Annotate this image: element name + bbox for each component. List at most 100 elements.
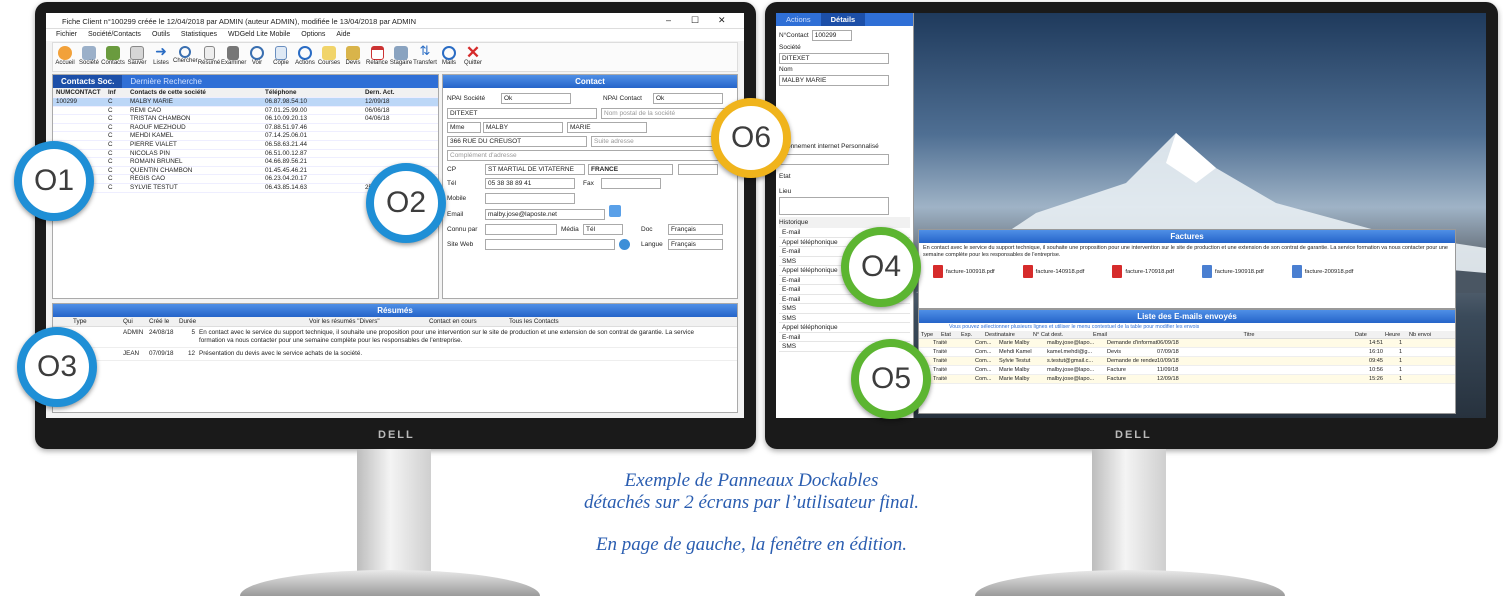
tab-contacts-soc[interactable]: Contacts Soc. bbox=[53, 75, 123, 88]
known-by-select[interactable] bbox=[485, 224, 557, 235]
email-row[interactable]: Traité Com... Marie Malby malby.jose@lapo..… bbox=[919, 339, 1455, 348]
toolbar-sauver-button[interactable]: Sauver bbox=[125, 43, 149, 71]
history-item[interactable]: SMS bbox=[779, 314, 910, 323]
option-divers-checkbox[interactable]: Voir les résumés "Divers" bbox=[309, 317, 429, 326]
menu-aide[interactable]: Aide bbox=[336, 29, 350, 41]
menu-statistiques[interactable]: Statistiques bbox=[181, 29, 217, 41]
societe-field[interactable]: DITEXET bbox=[779, 53, 889, 64]
table-row[interactable]: C RAOUF MEZHOUD 07.88.51.97.46 bbox=[53, 124, 438, 133]
menu-options[interactable]: Options bbox=[301, 29, 325, 41]
lastname-field[interactable]: MALBY bbox=[483, 122, 563, 133]
globe-icon[interactable] bbox=[619, 239, 630, 250]
menu-mobile[interactable]: WDGeld Lite Mobile bbox=[228, 29, 290, 41]
toolbar-accueil-button[interactable]: Accueil bbox=[53, 43, 77, 71]
option-contact-radio[interactable]: Contact en cours bbox=[429, 317, 509, 326]
email-field[interactable]: malby.jose@laposte.net bbox=[485, 209, 605, 220]
toolbar-copie-button[interactable]: Copie bbox=[269, 43, 293, 71]
col-type[interactable]: Type bbox=[53, 317, 123, 326]
col-inf[interactable]: Inf bbox=[108, 88, 130, 97]
col-email[interactable]: Email bbox=[1093, 331, 1143, 338]
lieu-field[interactable] bbox=[779, 197, 889, 215]
country-select[interactable]: FRANCE bbox=[588, 164, 673, 175]
tel-field[interactable]: 05 38 38 89 41 bbox=[485, 178, 575, 189]
col-titre[interactable]: Titre bbox=[1143, 331, 1355, 338]
toolbar-stagaire-button[interactable]: Stagaire bbox=[389, 43, 413, 71]
abonnement-field[interactable] bbox=[779, 154, 889, 165]
npai-societe-select[interactable]: Ok bbox=[501, 93, 571, 104]
toolbar-contacts-button[interactable]: Contacts bbox=[101, 43, 125, 71]
invoice-file[interactable]: facture-170918.pdf bbox=[1112, 265, 1174, 278]
table-row[interactable]: C MEHDI KAMEL 07.14.25.06.01 bbox=[53, 132, 438, 141]
table-row[interactable]: C RÉMI CAO 07.01.25.99.00 06/06/18 bbox=[53, 107, 438, 116]
tab-actions[interactable]: Actions bbox=[776, 13, 821, 26]
tab-details[interactable]: Détails bbox=[820, 13, 866, 26]
toolbar-relance-button[interactable]: Relance bbox=[365, 43, 389, 71]
address-complement-field[interactable]: Complément d'adresse bbox=[447, 150, 733, 161]
table-row[interactable]: C NICOLAS PIN 06.51.00.12.87 bbox=[53, 150, 438, 159]
table-row[interactable]: 100299 C MALBY MARIE 06.87.98.54.10 12/09/18 bbox=[53, 98, 438, 107]
ncontact-field[interactable]: 100299 bbox=[811, 30, 852, 41]
company-postal-field[interactable]: Nom postal de la société bbox=[601, 108, 733, 119]
city-field[interactable]: ST MARTIAL DE VITATERNE bbox=[485, 164, 585, 175]
invoice-file[interactable]: facture-190918.pdf bbox=[1202, 265, 1264, 278]
toolbar-voir-button[interactable]: Voir bbox=[245, 43, 269, 71]
company-field[interactable]: DITEXET bbox=[447, 108, 597, 119]
col-date[interactable]: Date bbox=[1355, 331, 1385, 338]
toolbar-societe-button[interactable]: Société bbox=[77, 43, 101, 71]
street-field[interactable]: 366 RUE DU CREUSOT bbox=[447, 136, 587, 147]
toolbar-quitter-button[interactable]: ✕ Quitter bbox=[461, 43, 485, 71]
toolbar-resume-button[interactable]: Résumé bbox=[197, 43, 221, 71]
fax-field[interactable] bbox=[601, 178, 661, 189]
table-row[interactable]: C PIERRE VIALET 06.58.63.21.44 bbox=[53, 141, 438, 150]
col-duree[interactable]: Durée bbox=[179, 317, 309, 326]
country-extra-field[interactable] bbox=[678, 164, 718, 175]
col-numcontact[interactable]: NUMCONTACT bbox=[53, 88, 108, 97]
npai-contact-select[interactable]: Ok bbox=[653, 93, 723, 104]
col-destinataire[interactable]: Destinataire bbox=[985, 331, 1033, 338]
col-type[interactable]: Type bbox=[919, 331, 933, 338]
email-row[interactable]: Traité Com... Sylvie Testut s.testut@gmail.… bbox=[919, 357, 1455, 366]
tab-derniere-recherche[interactable]: Dernière Recherche bbox=[122, 75, 210, 88]
toolbar-listes-button[interactable]: ➜ Listes bbox=[149, 43, 173, 71]
summary-row[interactable]: JEAN 07/09/18 12 Présentation du devis a… bbox=[53, 348, 737, 361]
civility-select[interactable]: Mme bbox=[447, 122, 481, 133]
menu-outils[interactable]: Outils bbox=[152, 29, 170, 41]
firstname-field[interactable]: MARIE bbox=[567, 122, 647, 133]
toolbar-chercher-button[interactable]: Chercher bbox=[173, 43, 198, 71]
history-item[interactable]: Appel téléphonique bbox=[779, 323, 910, 333]
menu-societe[interactable]: Société/Contacts bbox=[88, 29, 141, 41]
col-telephone[interactable]: Téléphone bbox=[265, 88, 365, 97]
toolbar-examiner-button[interactable]: Examiner bbox=[221, 43, 246, 71]
col-qui[interactable]: Qui bbox=[123, 317, 149, 326]
language-select[interactable]: Français bbox=[668, 239, 723, 250]
toolbar-transfert-button[interactable]: ⇅ Transfert bbox=[413, 43, 437, 71]
col-contacts[interactable]: Contacts de cette société bbox=[130, 88, 265, 97]
col-nb-envoi[interactable]: Nb envoi bbox=[1409, 331, 1449, 338]
option-all-radio[interactable]: Tous les Contacts bbox=[509, 317, 589, 326]
col-dern-act[interactable]: Dern. Act. bbox=[365, 88, 425, 97]
minimize-button[interactable]: – bbox=[666, 16, 671, 25]
toolbar-devis-button[interactable]: Devis bbox=[341, 43, 365, 71]
col-etat[interactable]: Etat bbox=[933, 331, 961, 338]
invoice-file[interactable]: facture-140918.pdf bbox=[1022, 265, 1084, 278]
email-send-icon[interactable] bbox=[609, 205, 621, 217]
nom-field[interactable]: MALBY MARIE bbox=[779, 75, 889, 86]
toolbar-courses-button[interactable]: Courses bbox=[317, 43, 341, 71]
table-row[interactable]: C TRISTAN CHAMBON 06.10.09.20.13 04/06/18 bbox=[53, 115, 438, 124]
table-row[interactable]: C ROMAIN BRUNEL 04.66.89.56.21 bbox=[53, 158, 438, 167]
maximize-button[interactable]: ☐ bbox=[691, 16, 699, 25]
toolbar-mails-button[interactable]: Mails bbox=[437, 43, 461, 71]
close-button[interactable]: ✕ bbox=[718, 16, 726, 25]
col-exp[interactable]: Exp. bbox=[961, 331, 985, 338]
website-field[interactable] bbox=[485, 239, 615, 250]
media-select[interactable]: Tél bbox=[583, 224, 623, 235]
invoice-file[interactable]: facture-100918.pdf bbox=[933, 265, 995, 278]
invoice-file[interactable]: facture-200918.pdf bbox=[1291, 265, 1353, 278]
doc-select[interactable]: Français bbox=[668, 224, 723, 235]
col-cree-le[interactable]: Créé le bbox=[149, 317, 179, 326]
mobile-field[interactable] bbox=[485, 193, 575, 204]
email-row[interactable]: Traité Com... Marie Malby malby.jose@lapo..… bbox=[919, 366, 1455, 375]
menu-fichier[interactable]: Fichier bbox=[56, 29, 77, 41]
email-row[interactable]: Traité Com... Marie Malby malby.jose@lapo..… bbox=[919, 375, 1455, 384]
col-cat-dest[interactable]: N° Cat dest. bbox=[1033, 331, 1093, 338]
